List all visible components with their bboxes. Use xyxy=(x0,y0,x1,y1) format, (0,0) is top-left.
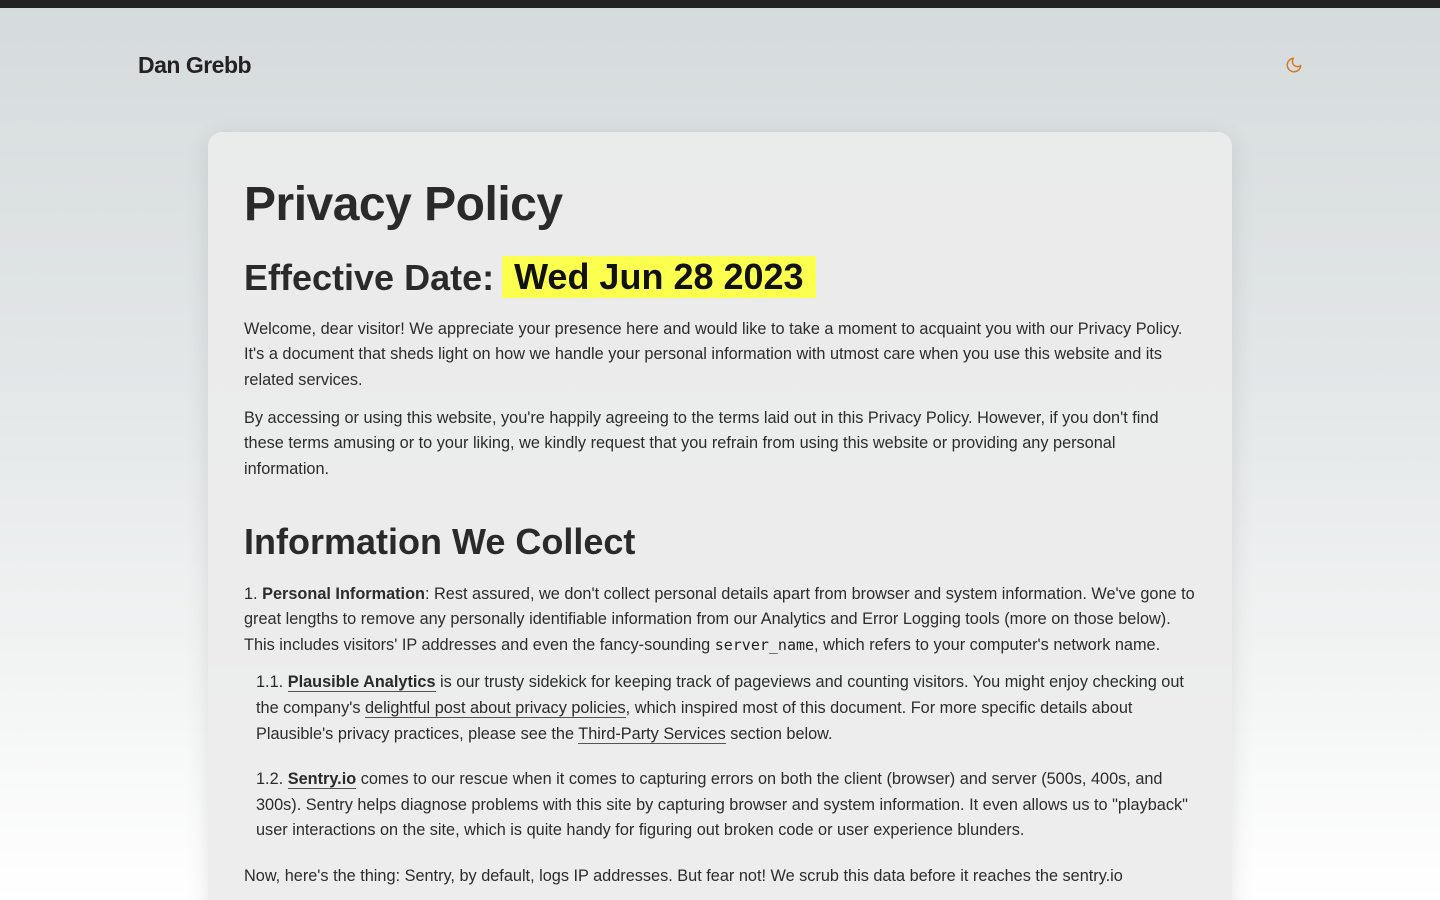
sentry-ip-paragraph: Now, here's the thing: Sentry, by defaul… xyxy=(244,866,1123,885)
agreement-paragraph: By accessing or using this website, you'… xyxy=(244,408,1159,478)
plausible-text-c: section below. xyxy=(725,724,833,743)
effective-date-heading: Effective Date: Wed Jun 28 2023 xyxy=(244,256,1196,299)
site-header: Dan Grebb xyxy=(0,8,1440,124)
sentry-text: comes to our rescue when it comes to cap… xyxy=(256,770,1188,840)
plausible-number: 1.1. xyxy=(256,673,284,692)
article-card: Privacy Policy Effective Date: Wed Jun 2… xyxy=(208,132,1232,900)
plausible-analytics-link[interactable]: Plausible Analytics xyxy=(287,673,436,693)
privacy-post-link[interactable]: delightful post about privacy policies xyxy=(365,698,626,718)
personal-text-b: , which refers to your computer's networ… xyxy=(814,635,1161,654)
intro-paragraph: Welcome, dear visitor! We appreciate you… xyxy=(244,319,1183,389)
site-brand-link[interactable]: Dan Grebb xyxy=(138,52,252,79)
sentry-paragraph: 1.2. Sentry.io comes to our rescue when … xyxy=(244,767,1196,844)
server-name-code: server_name xyxy=(714,635,815,654)
moon-icon xyxy=(1286,57,1302,73)
top-bar xyxy=(0,0,1440,8)
theme-toggle-button[interactable] xyxy=(1283,54,1305,76)
plausible-paragraph: 1.1. Plausible Analytics is our trusty s… xyxy=(244,670,1196,747)
sentry-number: 1.2. xyxy=(256,770,284,789)
personal-number: 1. xyxy=(244,584,258,603)
personal-information-paragraph: 1. Personal Information: Rest assured, w… xyxy=(244,582,1196,659)
effective-date-label: Effective Date: xyxy=(244,256,495,298)
sentry-link[interactable]: Sentry.io xyxy=(287,770,357,790)
third-party-services-link[interactable]: Third-Party Services xyxy=(578,724,726,744)
personal-label: Personal Information xyxy=(262,584,425,603)
section-heading-collect: Information We Collect xyxy=(244,521,636,563)
effective-date-value: Wed Jun 28 2023 xyxy=(502,256,816,299)
page-title: Privacy Policy xyxy=(244,178,563,231)
